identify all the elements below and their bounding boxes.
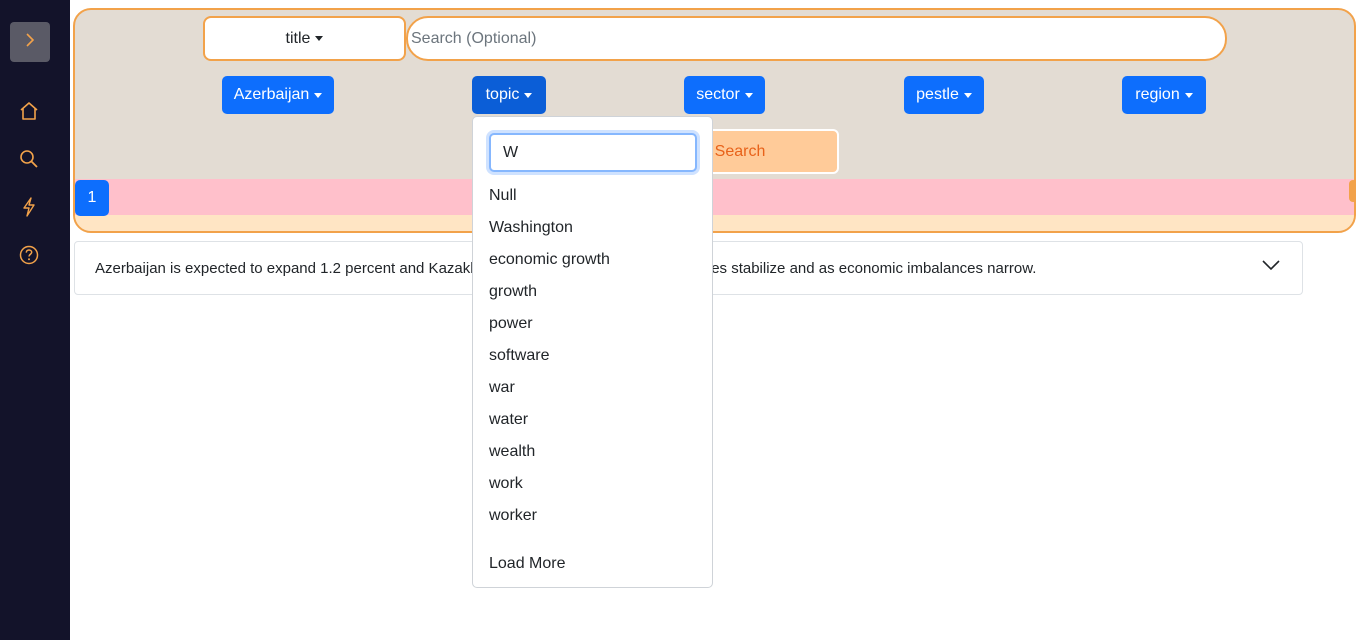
region-filter-label: region <box>1135 86 1180 103</box>
dropdown-item-war[interactable]: war <box>489 376 515 400</box>
dropdown-item-null[interactable]: Null <box>489 184 517 208</box>
dropdown-item-economic-growth[interactable]: economic growth <box>489 248 610 272</box>
topic-filter-input[interactable] <box>489 133 697 172</box>
page-number: 1 <box>87 189 97 206</box>
caret-down-icon <box>963 92 972 98</box>
dropdown-item-work[interactable]: work <box>489 472 523 496</box>
search-input[interactable] <box>406 16 1227 61</box>
load-more-button[interactable]: Load More <box>489 552 566 576</box>
caret-down-icon <box>314 92 323 98</box>
dropdown-item-worker[interactable]: worker <box>489 504 537 528</box>
pagination-footer <box>75 215 1354 231</box>
sector-filter-label: sector <box>696 86 740 103</box>
caret-down-icon <box>315 36 324 41</box>
sidebar <box>0 0 70 640</box>
region-filter-button[interactable]: region <box>1122 76 1206 114</box>
scrollbar-thumb[interactable] <box>1349 180 1354 202</box>
chevron-down-icon[interactable] <box>1262 258 1280 275</box>
dropdown-item-water[interactable]: water <box>489 408 528 432</box>
search-icon[interactable] <box>17 147 41 171</box>
topic-filter-label: topic <box>485 86 520 103</box>
pagination-bar <box>75 179 1354 215</box>
field-select-label: title <box>285 29 311 47</box>
caret-down-icon <box>744 92 753 98</box>
dropdown-item-wealth[interactable]: wealth <box>489 440 535 464</box>
caret-down-icon <box>524 92 533 98</box>
dropdown-item-washington[interactable]: Washington <box>489 216 573 240</box>
dropdown-item-software[interactable]: software <box>489 344 549 368</box>
chevron-right-icon <box>22 32 38 53</box>
help-icon[interactable] <box>17 243 41 267</box>
pestle-filter-label: pestle <box>916 86 959 103</box>
home-icon[interactable] <box>17 99 41 123</box>
lightning-icon[interactable] <box>17 195 41 219</box>
sidebar-toggle-button[interactable] <box>10 22 50 62</box>
country-filter-label: Azerbaijan <box>233 86 310 103</box>
topic-dropdown-menu: Null Washington economic growth growth p… <box>472 116 713 588</box>
dropdown-item-growth[interactable]: growth <box>489 280 537 304</box>
pestle-filter-button[interactable]: pestle <box>904 76 984 114</box>
country-filter-button[interactable]: Azerbaijan <box>222 76 334 114</box>
search-panel: title Azerbaijan topic sector pestle reg… <box>73 8 1356 233</box>
sector-filter-button[interactable]: sector <box>684 76 765 114</box>
caret-down-icon <box>1184 92 1193 98</box>
topic-filter-button[interactable]: topic <box>472 76 546 114</box>
field-select-dropdown[interactable]: title <box>203 16 406 61</box>
search-submit-label: Search <box>714 142 766 160</box>
dropdown-item-power[interactable]: power <box>489 312 533 336</box>
page-button-1[interactable]: 1 <box>75 180 109 216</box>
